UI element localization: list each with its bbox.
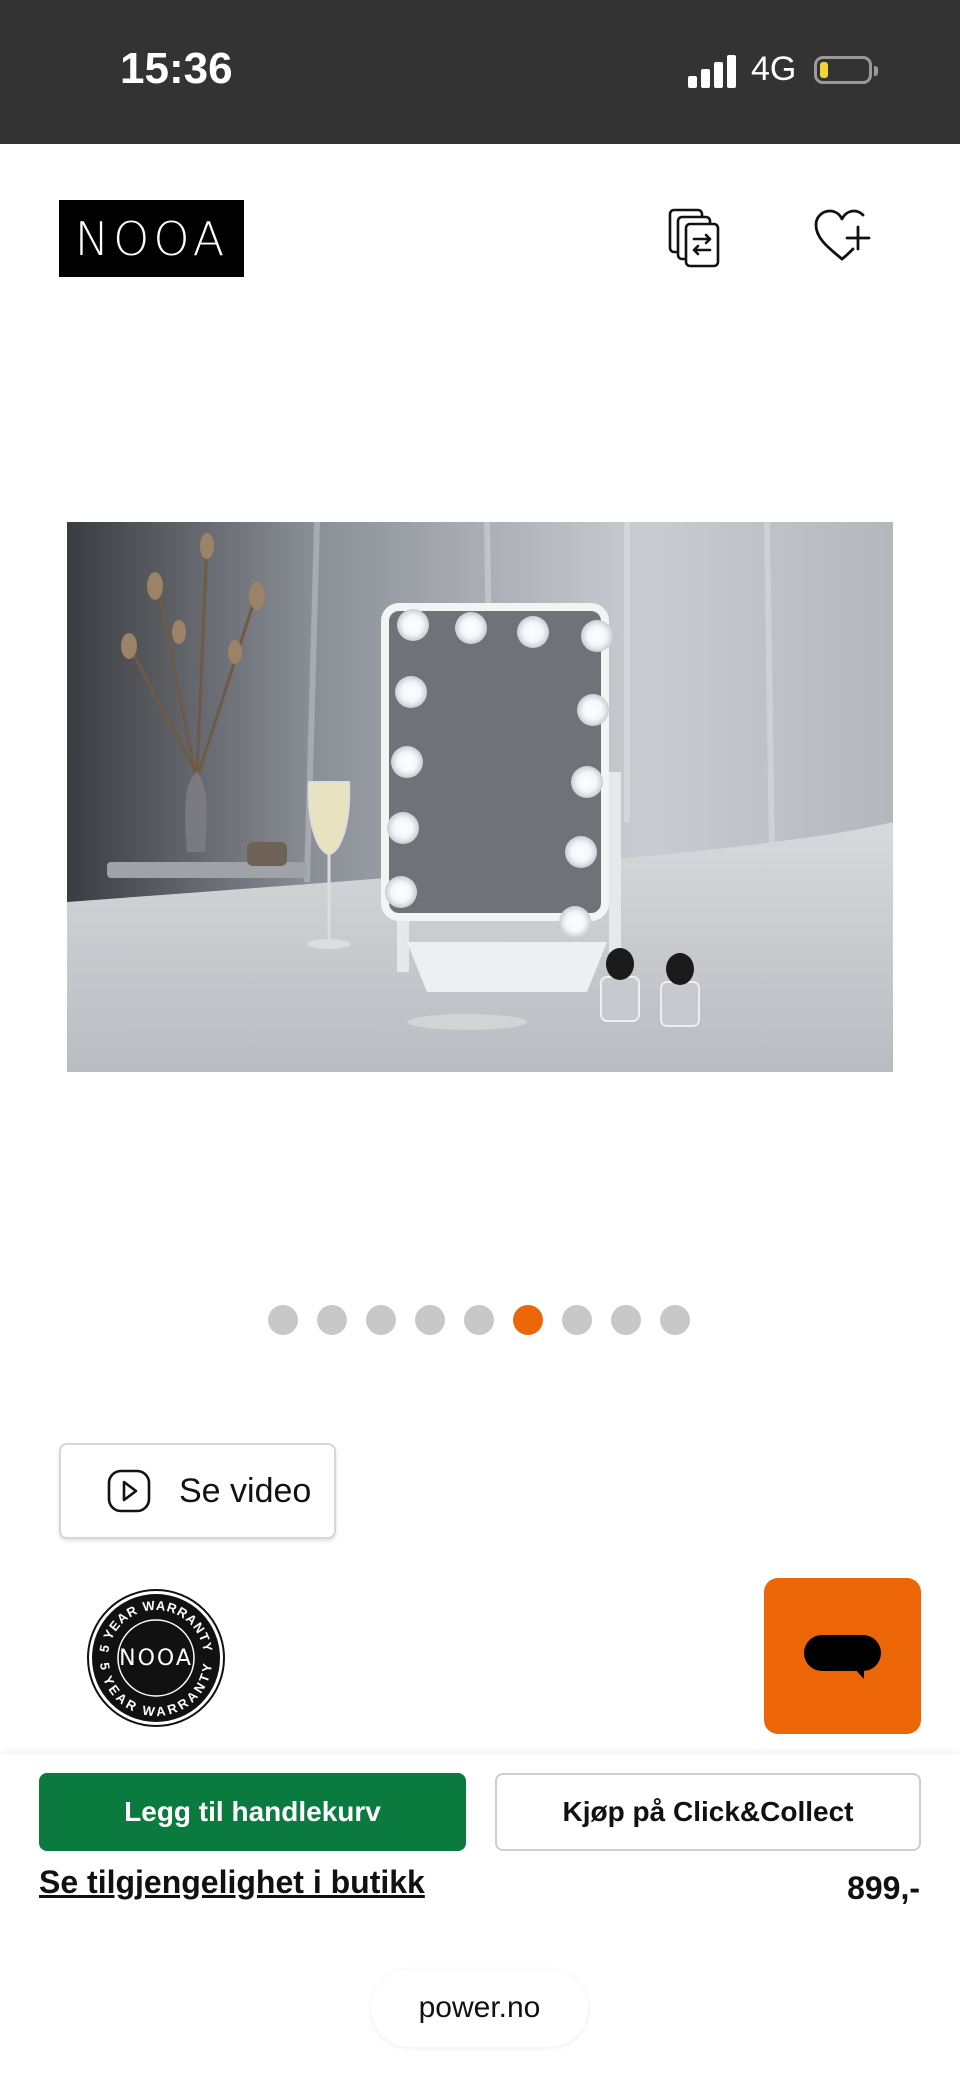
warranty-badge: 5 YEAR WARRANTY 5 YEAR WARRANTY NOOA (87, 1589, 225, 1727)
gallery-dot[interactable] (562, 1305, 592, 1335)
store-availability-link[interactable]: Se tilgjengelighet i butikk (39, 1864, 425, 1901)
gallery-dot[interactable] (464, 1305, 494, 1335)
status-time: 15:36 (120, 44, 233, 93)
signal-icon (688, 54, 738, 88)
status-bar: 15:36 4G (0, 0, 960, 144)
add-to-cart-button[interactable]: Legg til handlekurv (39, 1773, 466, 1851)
video-button[interactable]: Se video (59, 1443, 336, 1539)
play-icon (107, 1469, 151, 1513)
gallery-dot[interactable] (317, 1305, 347, 1335)
gallery-dot[interactable] (513, 1305, 543, 1335)
chat-button[interactable] (764, 1578, 921, 1734)
battery-icon (814, 56, 878, 84)
gallery-dot[interactable] (366, 1305, 396, 1335)
url-bar[interactable]: power.no (371, 1969, 588, 2047)
price: 899,- (847, 1870, 920, 1906)
wishlist-add-icon[interactable] (810, 205, 874, 269)
gallery-dot[interactable] (660, 1305, 690, 1335)
product-image[interactable] (67, 522, 893, 1072)
network-type: 4G (751, 50, 797, 88)
brand-logo[interactable]: NOOA (59, 200, 244, 277)
gallery-dot[interactable] (611, 1305, 641, 1335)
warranty-brand: NOOA (119, 1646, 193, 1671)
video-button-label: Se video (179, 1472, 312, 1510)
chat-bubble-icon (804, 1635, 881, 1679)
gallery-dot[interactable] (268, 1305, 298, 1335)
click-collect-button[interactable]: Kjøp på Click&Collect (495, 1773, 921, 1851)
gallery-dot[interactable] (415, 1305, 445, 1335)
compare-icon[interactable] (665, 205, 729, 269)
